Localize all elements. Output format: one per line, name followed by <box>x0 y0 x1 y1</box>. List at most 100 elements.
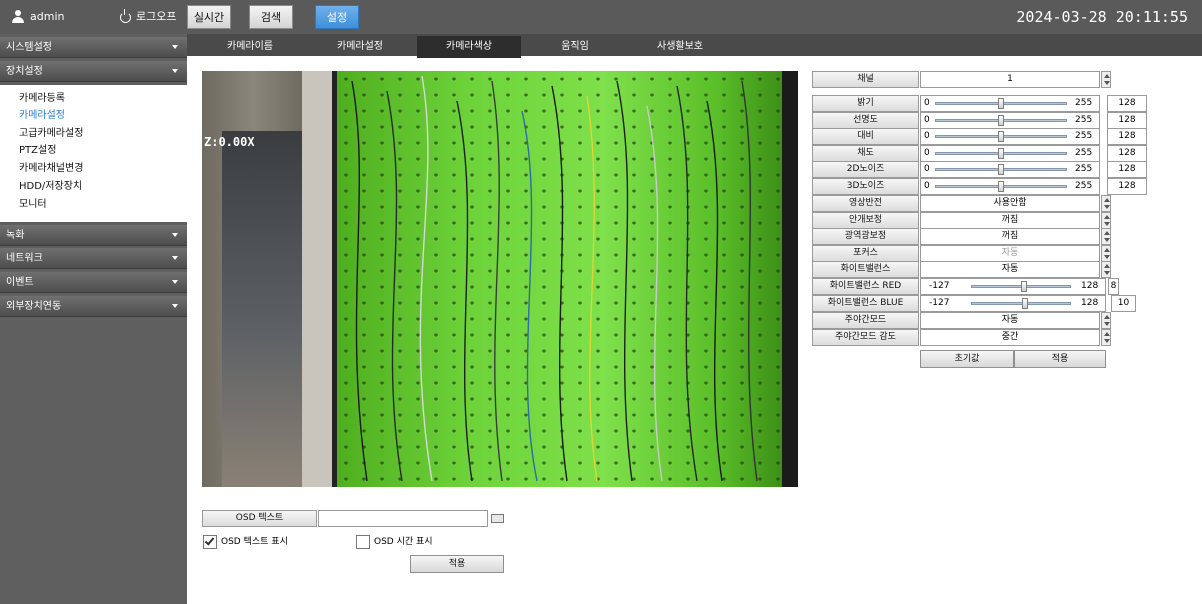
select-spinner[interactable] <box>1101 195 1111 212</box>
slider-thumb[interactable] <box>998 164 1004 175</box>
select-spinner[interactable] <box>1101 228 1111 245</box>
osd-text-input[interactable] <box>318 510 488 527</box>
slider-value[interactable]: 128 <box>1107 161 1147 178</box>
slider-min: 0 <box>924 98 930 108</box>
sidebar-item-camera-register[interactable]: 카메라등록 <box>19 91 65 107</box>
select-field[interactable]: 꺼짐 <box>920 211 1100 229</box>
channel-label: 채널 <box>812 71 919 88</box>
slider-field: 0 255 <box>920 144 1100 162</box>
sidebar-item-hdd[interactable]: HDD/저장장치 <box>19 179 82 195</box>
slider-field: 0 255 <box>920 128 1100 145</box>
zoom-indicator: Z:0.00X <box>204 135 255 149</box>
select-label: 영상반전 <box>812 195 919 212</box>
keyboard-icon[interactable] <box>491 514 504 523</box>
tab-camera-settings[interactable]: 카메라설정 <box>310 36 410 58</box>
tab-camera-name[interactable]: 카메라이름 <box>200 36 300 58</box>
chevron-down-icon <box>172 304 178 308</box>
slider-thumb[interactable] <box>998 98 1004 109</box>
slider-min: 0 <box>924 114 930 125</box>
wb-track[interactable] <box>971 301 1071 305</box>
osd-apply-button[interactable]: 적용 <box>410 555 504 573</box>
osd-text-label: OSD 텍스트 <box>202 510 317 527</box>
sidebar-item-channel-change[interactable]: 카메라채널변경 <box>19 161 83 177</box>
slider-label: 선명도 <box>812 111 919 129</box>
select-label: 포커스 <box>812 244 919 262</box>
select-spinner[interactable] <box>1101 261 1111 278</box>
sidebar-item-monitor[interactable]: 모니터 <box>19 197 47 213</box>
slider-label: 2D노이즈 <box>812 161 919 178</box>
slider-field: 0 255 <box>920 95 1100 112</box>
sidebar-section-event[interactable]: 이벤트 <box>0 272 187 293</box>
wb-thumb[interactable] <box>1021 280 1027 292</box>
username: admin <box>30 10 65 23</box>
slider-value[interactable]: 128 <box>1107 144 1147 162</box>
sidebar-section-system[interactable]: 시스템설정 <box>0 37 187 58</box>
slider-field: 0 255 <box>920 177 1100 195</box>
wb-thumb[interactable] <box>1022 297 1028 309</box>
select-spinner[interactable] <box>1101 328 1111 346</box>
nav-live-button[interactable]: 실시간 <box>187 5 231 29</box>
camera-preview: Z:0.00X <box>202 71 798 487</box>
slider-min: 0 <box>924 131 930 141</box>
osd-show-time-label: OSD 시간 표시 <box>374 537 433 547</box>
select-field[interactable]: 자동 <box>920 312 1100 329</box>
wb-min: -127 <box>929 297 950 308</box>
slider-thumb[interactable] <box>998 131 1004 142</box>
osd-show-text-label: OSD 텍스트 표시 <box>221 537 288 547</box>
chevron-down-icon <box>172 45 178 49</box>
tab-privacy[interactable]: 사생활보호 <box>630 36 730 58</box>
logout-button[interactable]: 로그오프 <box>136 0 176 34</box>
slider-value[interactable]: 128 <box>1107 128 1147 145</box>
nav-settings-button[interactable]: 설정 <box>315 5 359 29</box>
section-label: 시스템설정 <box>6 42 52 53</box>
sidebar-section-device[interactable]: 장치설정 <box>0 61 187 82</box>
sidebar-section-network[interactable]: 네트워크 <box>0 248 187 269</box>
osd-panel: OSD 텍스트 OSD 텍스트 표시 OSD 시간 표시 적용 <box>202 510 512 574</box>
sidebar-section-record[interactable]: 녹화 <box>0 225 187 246</box>
channel-select[interactable]: 1 <box>920 71 1100 88</box>
select-label: 주야간모드 감도 <box>812 328 919 346</box>
slider-thumb[interactable] <box>998 147 1004 159</box>
select-field[interactable]: 꺼짐 <box>920 228 1100 245</box>
wb-value[interactable]: 8 <box>1108 277 1119 295</box>
select-field[interactable]: 자동 <box>920 261 1100 278</box>
slider-max: 255 <box>1075 131 1093 141</box>
slider-thumb[interactable] <box>998 114 1004 126</box>
select-spinner[interactable] <box>1101 312 1111 329</box>
osd-show-time-checkbox[interactable] <box>356 535 370 549</box>
select-field: 자동 <box>920 244 1100 262</box>
section-label: 녹화 <box>6 230 25 241</box>
sidebar-item-advanced-camera[interactable]: 고급카메라설정 <box>19 126 83 142</box>
slider-value[interactable]: 128 <box>1107 95 1147 112</box>
apply-button[interactable]: 적용 <box>1014 350 1106 368</box>
chevron-down-icon <box>172 280 178 284</box>
osd-show-text-checkbox[interactable] <box>203 535 217 549</box>
nav-search-button[interactable]: 검색 <box>249 5 293 29</box>
select-field[interactable]: 사용안함 <box>920 195 1100 212</box>
tab-camera-color[interactable]: 카메라색상 <box>417 36 521 58</box>
select-field[interactable]: 중간 <box>920 328 1100 346</box>
power-icon[interactable] <box>120 9 131 23</box>
slider-min: 0 <box>924 147 930 158</box>
reset-button[interactable]: 초기값 <box>920 350 1014 368</box>
slider-max: 255 <box>1075 180 1093 191</box>
slider-min: 0 <box>924 180 930 191</box>
slider-value[interactable]: 128 <box>1107 111 1147 129</box>
wb-max: 128 <box>1081 280 1099 291</box>
cable-lines <box>351 75 758 482</box>
sidebar-section-external[interactable]: 외부장치연동 <box>0 296 187 317</box>
slider-label: 밝기 <box>812 95 919 112</box>
select-spinner[interactable] <box>1101 211 1111 229</box>
wb-min: -127 <box>929 280 950 291</box>
slider-label: 3D노이즈 <box>812 177 919 195</box>
sidebar-item-ptz[interactable]: PTZ설정 <box>19 143 56 159</box>
sidebar-item-camera-settings[interactable]: 카메라설정 <box>19 108 65 124</box>
slider-value[interactable]: 128 <box>1107 177 1147 195</box>
channel-spinner[interactable] <box>1101 71 1111 88</box>
tab-motion[interactable]: 움직임 <box>530 36 620 58</box>
slider-max: 255 <box>1075 98 1093 108</box>
wb-value[interactable]: 10 <box>1111 294 1136 312</box>
top-bar: admin 로그오프 실시간 검색 설정 2024-03-28 20:11:55 <box>0 0 1202 34</box>
slider-thumb[interactable] <box>998 180 1004 192</box>
slider-max: 255 <box>1075 164 1093 174</box>
